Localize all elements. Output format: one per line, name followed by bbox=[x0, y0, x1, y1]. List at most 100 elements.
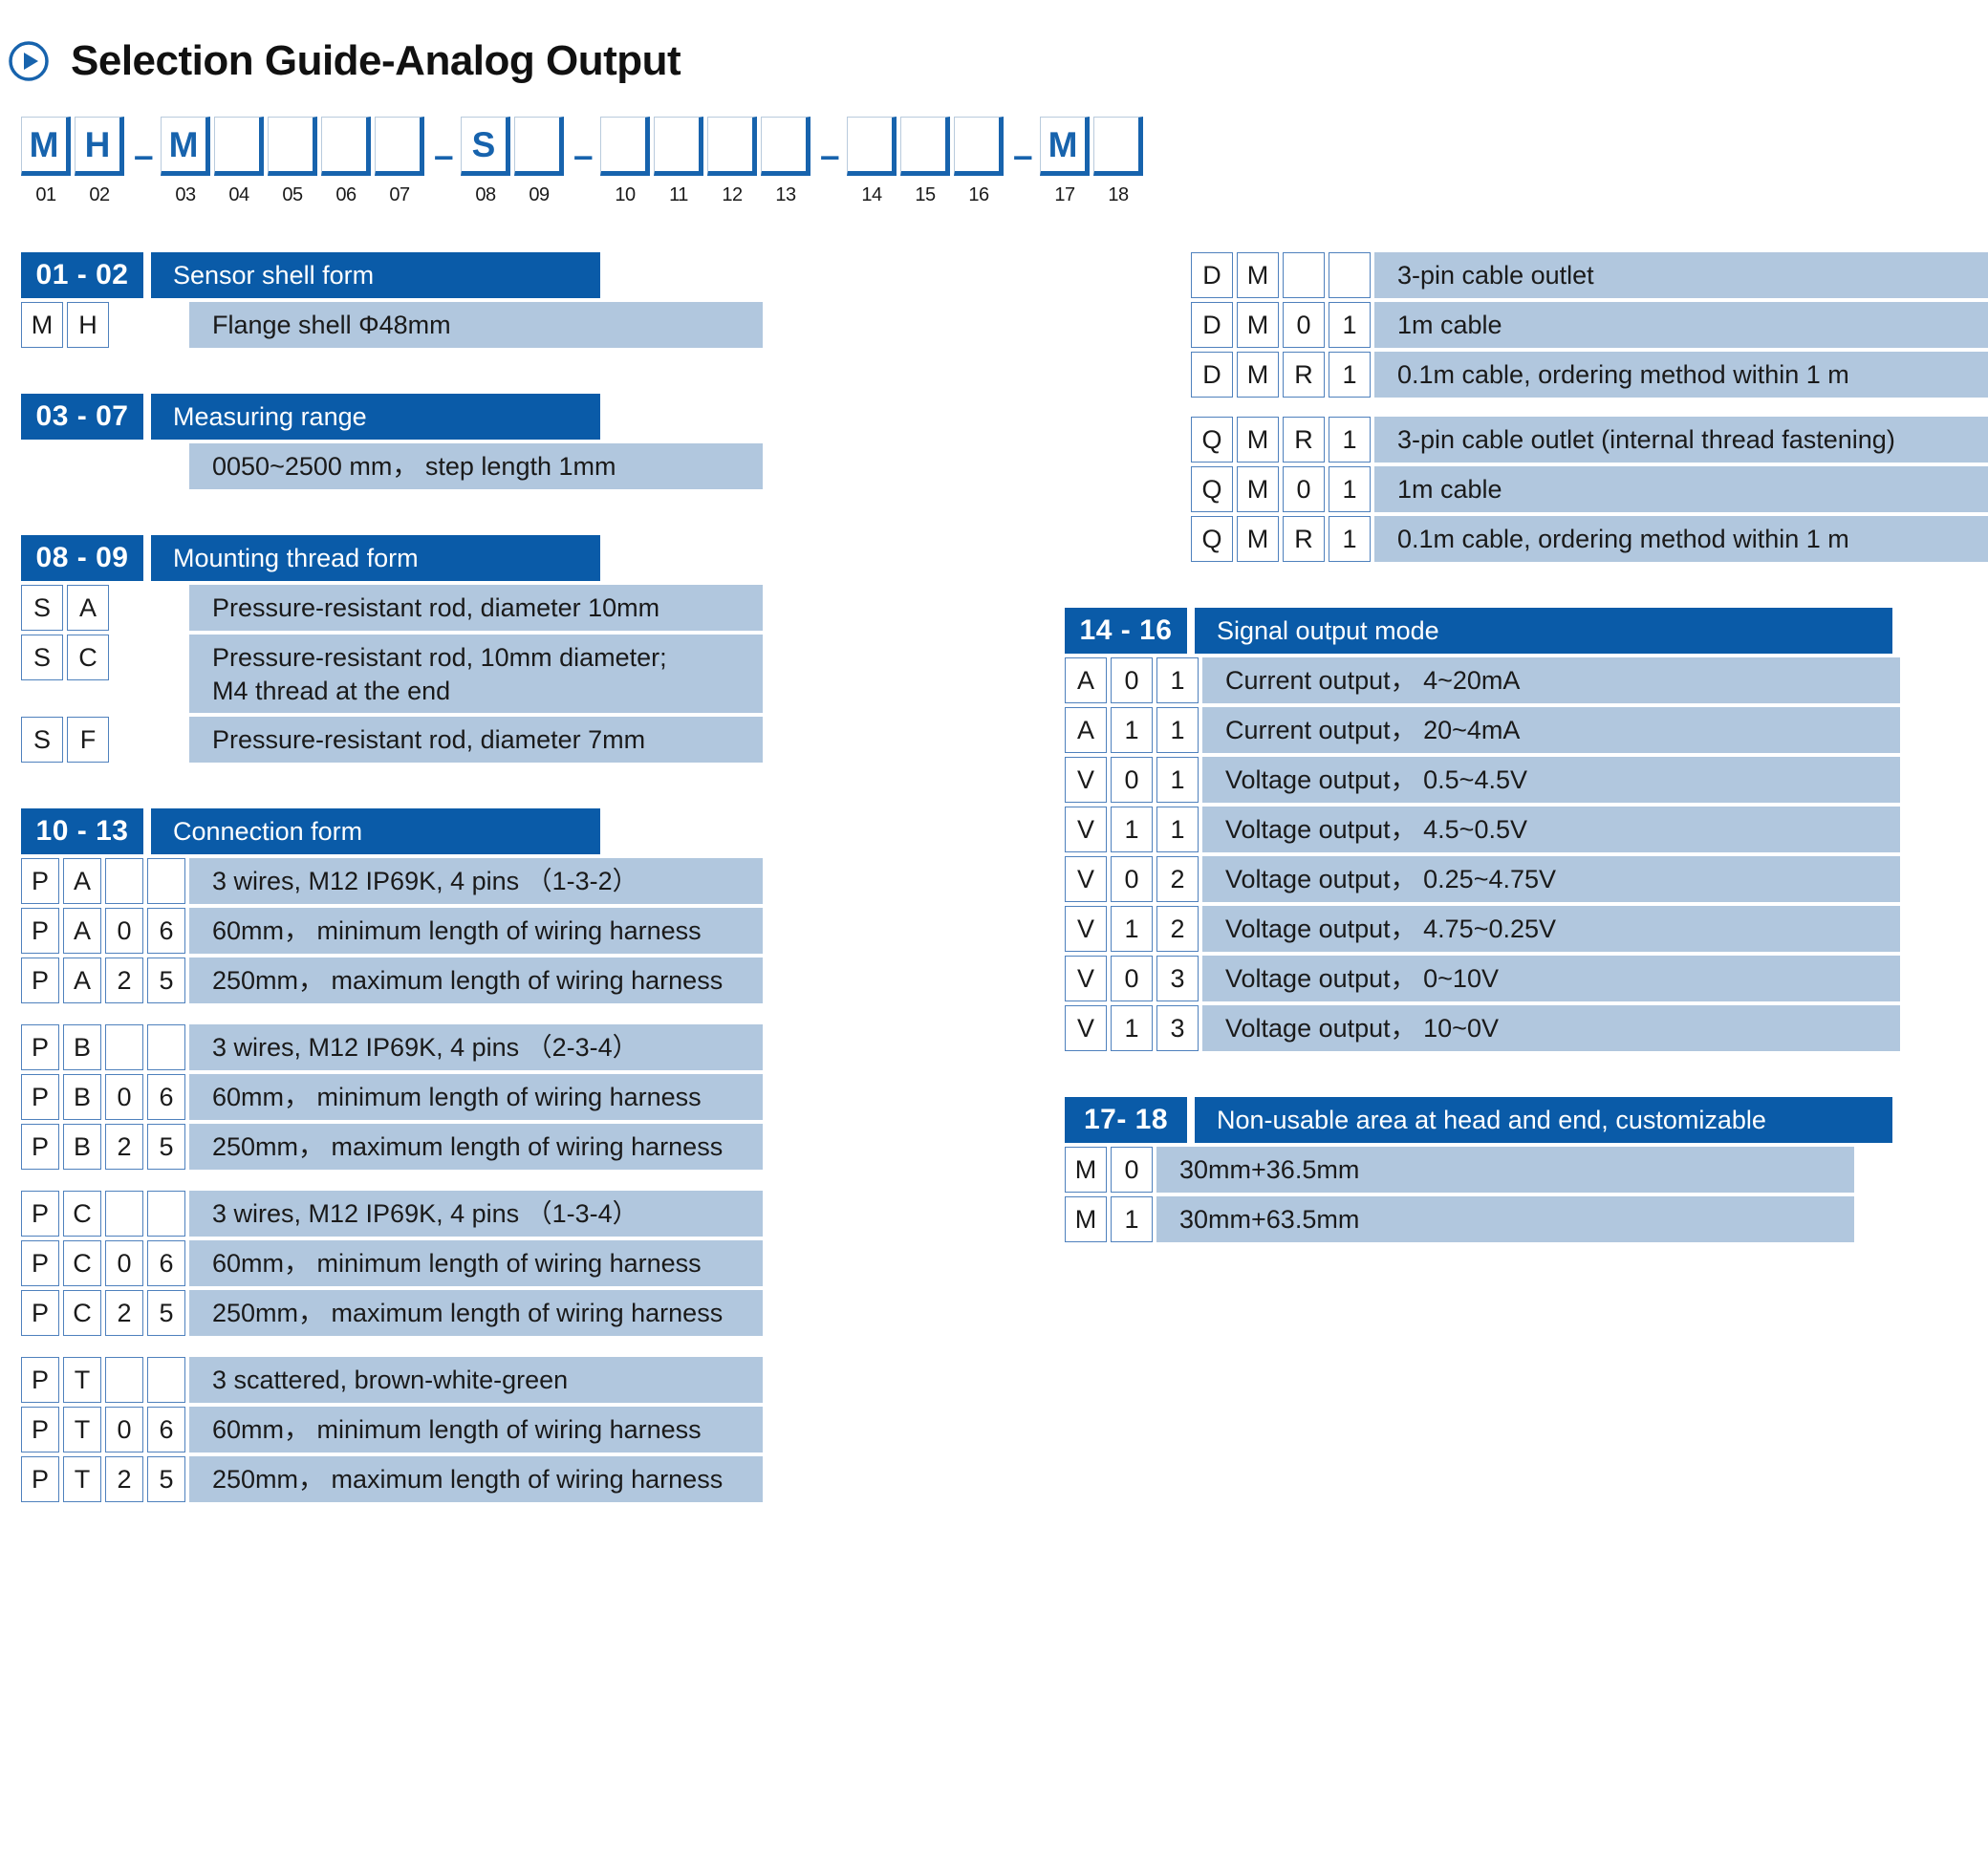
code-position-16[interactable]: 16 bbox=[954, 117, 1004, 206]
code-cell[interactable]: 1 bbox=[1329, 302, 1371, 348]
code-cell[interactable]: V bbox=[1065, 807, 1107, 852]
code-cell[interactable]: 1 bbox=[1156, 707, 1199, 753]
code-box[interactable]: M bbox=[161, 117, 210, 176]
code-position-09[interactable]: 09 bbox=[514, 117, 564, 206]
code-cell[interactable]: 1 bbox=[1111, 1005, 1153, 1051]
table-row[interactable]: P A 0 6 60mm， minimum length of wiring harne… bbox=[21, 908, 988, 954]
table-row[interactable]: V 1 2 Voltage output， 4.75~0.25V bbox=[1065, 906, 1988, 952]
code-cell[interactable] bbox=[105, 858, 143, 904]
table-row[interactable]: PA 3 wires, M12 IP69K, 4 pins （1-3-2） bbox=[21, 858, 988, 904]
table-row[interactable]: P C 0 6 60mm， minimum length of wiring harne… bbox=[21, 1240, 988, 1286]
code-position-01[interactable]: M 01 bbox=[21, 117, 71, 206]
code-position-07[interactable]: 07 bbox=[375, 117, 424, 206]
code-cell[interactable]: P bbox=[21, 858, 59, 904]
table-row[interactable]: P B 0 6 60mm， minimum length of wiring harne… bbox=[21, 1074, 988, 1120]
code-cell[interactable]: T bbox=[63, 1456, 101, 1502]
table-row[interactable]: M 1 30mm+63.5mm bbox=[1065, 1196, 1988, 1242]
code-cell[interactable]: P bbox=[21, 1124, 59, 1170]
code-cell[interactable]: 1 bbox=[1156, 657, 1199, 703]
code-cell[interactable]: 0 bbox=[1111, 757, 1153, 803]
table-row[interactable]: PT 3 scattered, brown-white-green bbox=[21, 1357, 988, 1403]
code-cell[interactable]: M bbox=[1237, 252, 1279, 298]
code-cell[interactable]: D bbox=[1191, 252, 1233, 298]
code-cell[interactable]: D bbox=[1191, 302, 1233, 348]
table-row[interactable]: Q M 0 1 1m cable bbox=[1191, 466, 1988, 512]
code-cell[interactable]: Q bbox=[1191, 516, 1233, 562]
code-cell[interactable]: B bbox=[63, 1124, 101, 1170]
code-cell[interactable]: M bbox=[1237, 302, 1279, 348]
code-cell[interactable]: P bbox=[21, 1074, 59, 1120]
code-cell[interactable]: 3 bbox=[1156, 956, 1199, 1001]
code-cell[interactable]: 0 bbox=[1111, 856, 1153, 902]
code-cell[interactable]: 2 bbox=[1156, 856, 1199, 902]
code-cell[interactable]: V bbox=[1065, 1005, 1107, 1051]
code-cell[interactable]: 2 bbox=[105, 1124, 143, 1170]
code-position-04[interactable]: 04 bbox=[214, 117, 264, 206]
code-cell[interactable]: 5 bbox=[147, 958, 185, 1003]
code-cell[interactable]: P bbox=[21, 958, 59, 1003]
code-cell[interactable]: Q bbox=[1191, 417, 1233, 463]
code-box[interactable]: M bbox=[1040, 117, 1090, 176]
code-cell[interactable] bbox=[1329, 252, 1371, 298]
code-box[interactable] bbox=[847, 117, 897, 176]
code-cell[interactable]: C bbox=[63, 1240, 101, 1286]
code-cell[interactable]: M bbox=[1065, 1196, 1107, 1242]
code-box[interactable] bbox=[900, 117, 950, 176]
code-position-14[interactable]: 14 bbox=[847, 117, 897, 206]
code-position-05[interactable]: 05 bbox=[268, 117, 317, 206]
code-cell[interactable]: 1 bbox=[1329, 466, 1371, 512]
table-row[interactable]: P C 2 5 250mm， maximum length of wiring harn… bbox=[21, 1290, 988, 1336]
code-box[interactable] bbox=[654, 117, 703, 176]
table-row[interactable]: S F Pressure-resistant rod, diameter 7mm bbox=[21, 717, 988, 763]
code-cell[interactable]: C bbox=[63, 1191, 101, 1237]
table-row[interactable]: P T 2 5 250mm， maximum length of wiring harn… bbox=[21, 1456, 988, 1502]
code-cell[interactable]: P bbox=[21, 1240, 59, 1286]
code-box[interactable] bbox=[268, 117, 317, 176]
code-cell[interactable]: M bbox=[1237, 417, 1279, 463]
code-cell[interactable]: 0 bbox=[1111, 1147, 1153, 1193]
code-cell[interactable]: 0 bbox=[1111, 956, 1153, 1001]
code-position-03[interactable]: M 03 bbox=[161, 117, 210, 206]
code-cell[interactable]: M bbox=[1065, 1147, 1107, 1193]
table-row[interactable]: D M R 1 0.1m cable, ordering method within 1… bbox=[1191, 352, 1988, 398]
code-cell[interactable]: M bbox=[1237, 352, 1279, 398]
table-row[interactable]: A 1 1 Current output， 20~4mA bbox=[1065, 707, 1988, 753]
table-row[interactable]: P T 0 6 60mm， minimum length of wiring harne… bbox=[21, 1407, 988, 1452]
code-box[interactable]: H bbox=[75, 117, 124, 176]
code-box[interactable] bbox=[514, 117, 564, 176]
code-cell[interactable]: 5 bbox=[147, 1124, 185, 1170]
code-cell[interactable]: P bbox=[21, 1290, 59, 1336]
code-box[interactable] bbox=[321, 117, 371, 176]
code-cell[interactable]: P bbox=[21, 1357, 59, 1403]
code-cell[interactable]: 0 bbox=[105, 1240, 143, 1286]
code-cell[interactable]: 1 bbox=[1111, 1196, 1153, 1242]
code-cell[interactable]: 2 bbox=[105, 1290, 143, 1336]
code-box[interactable] bbox=[761, 117, 810, 176]
table-row[interactable]: V 0 2 Voltage output， 0.25~4.75V bbox=[1065, 856, 1988, 902]
code-cell[interactable]: A bbox=[1065, 707, 1107, 753]
code-cell[interactable]: 3 bbox=[1156, 1005, 1199, 1051]
code-cell[interactable]: 0 bbox=[1111, 657, 1153, 703]
code-box[interactable] bbox=[375, 117, 424, 176]
code-cell[interactable]: S bbox=[21, 635, 63, 680]
code-cell[interactable]: C bbox=[63, 1290, 101, 1336]
table-row[interactable]: P B 2 5 250mm， maximum length of wiring harn… bbox=[21, 1124, 988, 1170]
table-row[interactable]: S C Pressure-resistant rod, 10mm diameter;… bbox=[21, 635, 988, 713]
table-row[interactable]: 0050~2500 mm， step length 1mm bbox=[21, 443, 988, 489]
code-cell[interactable]: S bbox=[21, 585, 63, 631]
code-position-06[interactable]: 06 bbox=[321, 117, 371, 206]
code-cell[interactable]: B bbox=[63, 1074, 101, 1120]
code-cell[interactable] bbox=[147, 1191, 185, 1237]
code-cell[interactable]: M bbox=[21, 302, 63, 348]
code-cell[interactable]: M bbox=[1237, 466, 1279, 512]
code-cell[interactable]: F bbox=[67, 717, 109, 763]
code-position-13[interactable]: 13 bbox=[761, 117, 810, 206]
code-cell[interactable]: H bbox=[67, 302, 109, 348]
code-position-18[interactable]: 18 bbox=[1093, 117, 1143, 206]
code-cell[interactable]: 0 bbox=[105, 908, 143, 954]
code-cell[interactable]: 5 bbox=[147, 1290, 185, 1336]
table-row[interactable]: V 0 1 Voltage output， 0.5~4.5V bbox=[1065, 757, 1988, 803]
code-cell[interactable]: 6 bbox=[147, 1074, 185, 1120]
code-box[interactable]: M bbox=[21, 117, 71, 176]
code-cell[interactable]: 1 bbox=[1329, 417, 1371, 463]
